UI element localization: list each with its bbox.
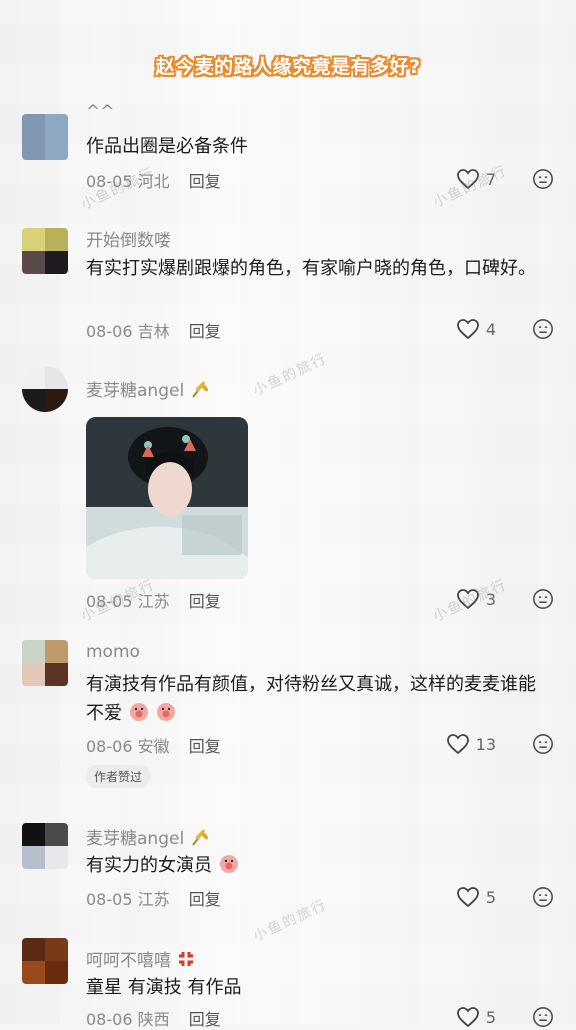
reply-button[interactable]: 回复 xyxy=(189,592,221,611)
page-title: 赵今麦的路人缘究竟是有多好? xyxy=(155,56,421,78)
comment-text: 有实打实爆剧跟爆的角色，有家喻户晓的角色，口碑好。 xyxy=(86,258,536,279)
like-button[interactable]: 5 xyxy=(456,1006,496,1028)
username[interactable]: ^^ xyxy=(86,102,115,122)
heart-outline-icon xyxy=(456,887,479,908)
unhappy-face-icon[interactable] xyxy=(532,168,554,190)
avatar[interactable] xyxy=(22,366,68,412)
comment-location: 陕西 xyxy=(137,1010,170,1029)
comment-meta: 08-06 陕西 回复 xyxy=(86,1006,221,1030)
unhappy-face-icon[interactable] xyxy=(532,733,554,755)
unhappy-face-icon[interactable] xyxy=(532,1006,554,1028)
username[interactable]: 麦芽糖angel xyxy=(86,376,210,401)
username-text: 麦芽糖angel xyxy=(86,381,185,401)
avatar[interactable] xyxy=(22,228,68,274)
comment-image[interactable] xyxy=(86,417,248,579)
unhappy-face-icon[interactable] xyxy=(532,318,554,340)
anger-symbol-emoji xyxy=(179,952,194,966)
comment-date: 08-06 xyxy=(86,322,133,341)
comment-location: 河北 xyxy=(137,172,170,191)
wheat-emoji xyxy=(191,381,208,398)
comment-date: 08-06 xyxy=(86,737,133,756)
like-button[interactable]: 13 xyxy=(446,733,496,755)
comment-location: 吉林 xyxy=(137,322,170,341)
pig-face-emoji xyxy=(219,855,238,873)
heart-outline-icon xyxy=(456,319,479,340)
comment-date: 08-06 xyxy=(86,1010,133,1029)
heart-outline-icon xyxy=(446,734,469,755)
like-count: 13 xyxy=(475,734,496,754)
comment-meta: 08-06 安徽 回复 xyxy=(86,733,221,757)
watermark: 小鱼的旅行 xyxy=(250,350,331,400)
like-button[interactable]: 7 xyxy=(456,168,496,190)
username-text: 呵呵不嘻嘻 xyxy=(86,951,171,971)
comment-date: 08-05 xyxy=(86,172,133,191)
comment-text-body: 有实力的女演员 xyxy=(86,855,212,876)
avatar[interactable] xyxy=(22,823,68,869)
username[interactable]: 麦芽糖angel xyxy=(86,824,210,849)
pig-face-emoji xyxy=(129,703,148,721)
comment-text: 有实力的女演员 xyxy=(86,851,546,880)
like-button[interactable]: 4 xyxy=(456,318,496,340)
heart-outline-icon xyxy=(456,1007,479,1028)
like-count: 7 xyxy=(485,169,496,189)
comment-text-body: 有演技有作品有颜值，对待粉丝又真诚，这样的麦麦谁能不爱 xyxy=(86,674,536,724)
avatar[interactable] xyxy=(22,640,68,686)
comment-date: 08-05 xyxy=(86,592,133,611)
like-button[interactable]: 3 xyxy=(456,588,496,610)
comment-meta: 08-06 吉林 回复 xyxy=(86,318,221,342)
comment-date: 08-05 xyxy=(86,890,133,909)
avatar[interactable] xyxy=(22,114,68,160)
like-count: 5 xyxy=(485,887,496,907)
reply-button[interactable]: 回复 xyxy=(189,322,221,341)
wheat-emoji xyxy=(191,829,208,846)
avatar[interactable] xyxy=(22,938,68,984)
username-text: 麦芽糖angel xyxy=(86,829,185,849)
reply-button[interactable]: 回复 xyxy=(189,1010,221,1029)
username[interactable]: momo xyxy=(86,642,140,662)
like-count: 3 xyxy=(485,589,496,609)
like-count: 4 xyxy=(485,319,496,339)
unhappy-face-icon[interactable] xyxy=(532,588,554,610)
pig-face-emoji xyxy=(157,703,176,721)
reply-button[interactable]: 回复 xyxy=(189,172,221,191)
unhappy-face-icon[interactable] xyxy=(532,886,554,908)
comment-meta: 08-05 河北 回复 xyxy=(86,168,221,192)
comment-location: 安徽 xyxy=(137,737,170,756)
portrait-illustration xyxy=(86,417,248,579)
author-liked-badge: 作者赞过 xyxy=(86,765,151,788)
watermark: 小鱼的旅行 xyxy=(250,896,331,946)
comment-meta: 08-05 江苏 回复 xyxy=(86,886,221,910)
reply-button[interactable]: 回复 xyxy=(189,890,221,909)
like-button[interactable]: 5 xyxy=(456,886,496,908)
heart-outline-icon xyxy=(456,169,479,190)
comment-location: 江苏 xyxy=(137,592,170,611)
comment-location: 江苏 xyxy=(137,890,170,909)
comment-text: 有演技有作品有颜值，对待粉丝又真诚，这样的麦麦谁能不爱 xyxy=(86,670,546,728)
comment-text: 作品出圈是必备条件 xyxy=(86,136,248,157)
reply-button[interactable]: 回复 xyxy=(189,737,221,756)
comment-text: 童星 有演技 有作品 xyxy=(86,977,242,998)
username[interactable]: 开始倒数喽 xyxy=(86,226,171,251)
username[interactable]: 呵呵不嘻嘻 xyxy=(86,946,196,971)
heart-outline-icon xyxy=(456,589,479,610)
comment-meta: 08-05 江苏 回复 xyxy=(86,588,221,612)
